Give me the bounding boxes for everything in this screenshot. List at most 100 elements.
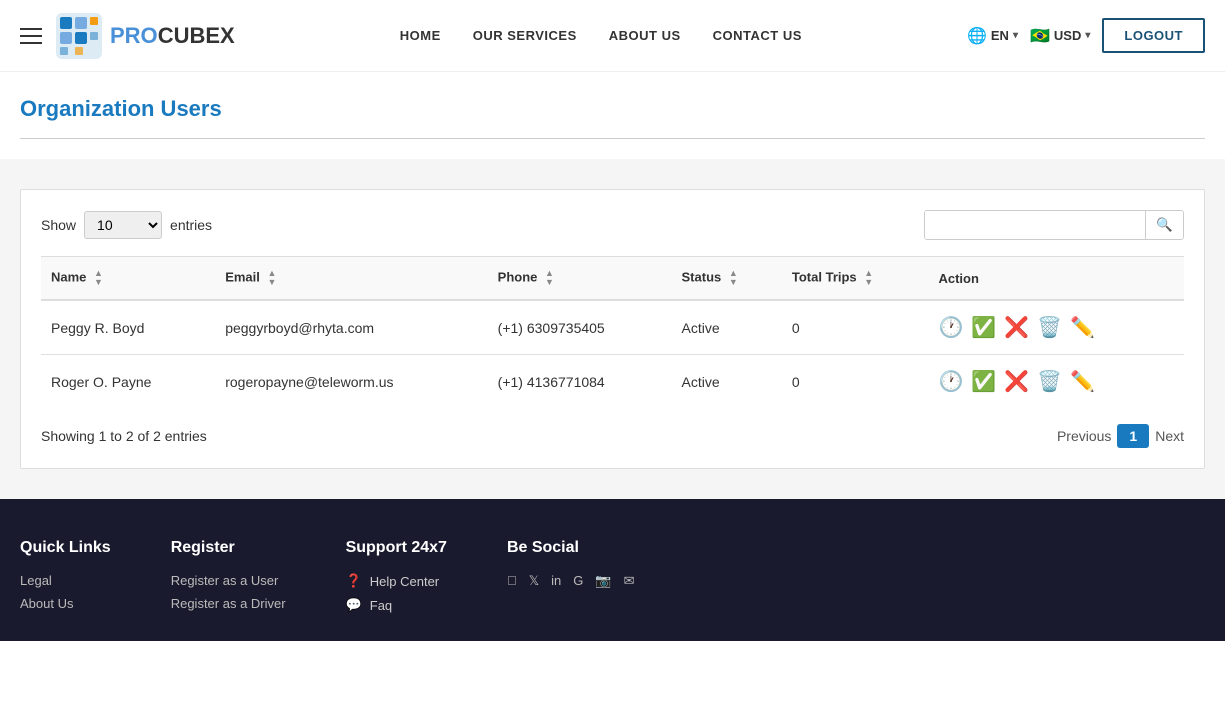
sort-status-icon: ▲▼ bbox=[729, 269, 738, 287]
table-row: Peggy R. Boyd peggyrboyd@rhyta.com (+1) … bbox=[41, 300, 1184, 355]
delete-icon[interactable]: 🗑️ bbox=[1037, 315, 1062, 340]
cell-action: 🕐 ✅ ❌ 🗑️ ✏️ bbox=[928, 355, 1184, 409]
search-input[interactable] bbox=[925, 211, 1145, 239]
support-faq[interactable]: 💬 Faq bbox=[346, 597, 447, 613]
sort-name-icon: ▲▼ bbox=[94, 269, 103, 287]
cell-status: Active bbox=[672, 300, 782, 355]
main-section: Show 10 25 50 100 entries 🔍 bbox=[0, 159, 1225, 499]
linkedin-icon[interactable]: in bbox=[551, 573, 561, 589]
search-icon: 🔍 bbox=[1156, 217, 1173, 232]
page-content: Organization Users bbox=[0, 72, 1225, 139]
header-right: 🌐 EN ▾ 🇧🇷 USD ▾ LOGOUT bbox=[967, 18, 1205, 53]
col-name[interactable]: Name ▲▼ bbox=[41, 257, 215, 301]
action-icons: 🕐 ✅ ❌ 🗑️ ✏️ bbox=[938, 369, 1174, 394]
showing-text: Showing 1 to 2 of 2 entries bbox=[41, 428, 207, 444]
reject-icon[interactable]: ❌ bbox=[1004, 315, 1029, 340]
help-center-icon: ❓ bbox=[346, 573, 362, 589]
nav-our-services[interactable]: OUR SERVICES bbox=[473, 28, 577, 43]
currency-selector[interactable]: 🇧🇷 USD ▾ bbox=[1030, 26, 1090, 46]
language-selector[interactable]: 🌐 EN ▾ bbox=[967, 26, 1018, 46]
entries-select[interactable]: 10 25 50 100 bbox=[84, 211, 162, 239]
col-action: Action bbox=[928, 257, 1184, 301]
cell-total-trips: 0 bbox=[782, 300, 929, 355]
footer-register: Register Register as a User Register as … bbox=[171, 539, 286, 621]
footer-register-user-link[interactable]: Register as a User bbox=[171, 573, 286, 588]
lang-label: EN bbox=[991, 28, 1009, 43]
lang-flag: 🌐 bbox=[967, 26, 987, 46]
cell-phone: (+1) 4136771084 bbox=[488, 355, 672, 409]
faq-label: Faq bbox=[370, 598, 392, 613]
header: PROCUBEX HOME OUR SERVICES ABOUT US CONT… bbox=[0, 0, 1225, 72]
cell-action: 🕐 ✅ ❌ 🗑️ ✏️ bbox=[928, 300, 1184, 355]
page-divider bbox=[20, 138, 1205, 139]
logo-text: PROCUBEX bbox=[110, 23, 235, 49]
edit-icon[interactable]: ✏️ bbox=[1070, 369, 1095, 394]
currency-label: USD bbox=[1054, 28, 1081, 43]
twitter-icon[interactable]: 𝕏 bbox=[529, 573, 539, 589]
lang-chevron-icon: ▾ bbox=[1013, 30, 1018, 41]
currency-flag: 🇧🇷 bbox=[1030, 26, 1050, 46]
footer-support: Support 24x7 ❓ Help Center 💬 Faq bbox=[346, 539, 447, 621]
google-icon[interactable]: G bbox=[573, 573, 583, 589]
logout-button[interactable]: LOGOUT bbox=[1102, 18, 1205, 53]
cell-name: Peggy R. Boyd bbox=[41, 300, 215, 355]
col-total-trips[interactable]: Total Trips ▲▼ bbox=[782, 257, 929, 301]
sort-email-icon: ▲▼ bbox=[268, 269, 277, 287]
cell-total-trips: 0 bbox=[782, 355, 929, 409]
currency-chevron-icon: ▾ bbox=[1085, 30, 1090, 41]
approve-icon[interactable]: ✅ bbox=[971, 315, 996, 340]
support-help-center[interactable]: ❓ Help Center bbox=[346, 573, 447, 589]
footer-register-heading: Register bbox=[171, 539, 286, 557]
table-container: Show 10 25 50 100 entries 🔍 bbox=[20, 189, 1205, 469]
pagination-page-1[interactable]: 1 bbox=[1117, 424, 1149, 448]
table-controls: Show 10 25 50 100 entries 🔍 bbox=[41, 210, 1184, 240]
table-footer: Showing 1 to 2 of 2 entries Previous 1 N… bbox=[41, 424, 1184, 448]
trip-history-icon[interactable]: 🕐 bbox=[938, 315, 963, 340]
nav-home[interactable]: HOME bbox=[400, 28, 441, 43]
show-entries: Show 10 25 50 100 entries bbox=[41, 211, 212, 239]
cell-email: peggyrboyd@rhyta.com bbox=[215, 300, 487, 355]
page-title: Organization Users bbox=[20, 96, 1205, 122]
delete-icon[interactable]: 🗑️ bbox=[1037, 369, 1062, 394]
footer-quick-links: Quick Links Legal About Us bbox=[20, 539, 111, 621]
main-nav: HOME OUR SERVICES ABOUT US CONTACT US bbox=[400, 28, 802, 43]
entries-label: entries bbox=[170, 217, 212, 233]
sort-phone-icon: ▲▼ bbox=[545, 269, 554, 287]
search-button[interactable]: 🔍 bbox=[1145, 211, 1183, 239]
footer-social-heading: Be Social bbox=[507, 539, 635, 557]
header-left: PROCUBEX bbox=[20, 11, 235, 61]
search-box: 🔍 bbox=[924, 210, 1184, 240]
col-phone[interactable]: Phone ▲▼ bbox=[488, 257, 672, 301]
sort-trips-icon: ▲▼ bbox=[864, 269, 873, 287]
cell-phone: (+1) 6309735405 bbox=[488, 300, 672, 355]
email-icon[interactable]: ✉ bbox=[624, 573, 635, 589]
trip-history-icon[interactable]: 🕐 bbox=[938, 369, 963, 394]
footer-support-heading: Support 24x7 bbox=[346, 539, 447, 557]
cell-status: Active bbox=[672, 355, 782, 409]
pagination-next[interactable]: Next bbox=[1155, 428, 1184, 444]
cell-email: rogeropayne@teleworm.us bbox=[215, 355, 487, 409]
nav-about-us[interactable]: ABOUT US bbox=[609, 28, 681, 43]
instagram-icon[interactable]: 📷 bbox=[595, 573, 611, 589]
edit-icon[interactable]: ✏️ bbox=[1070, 315, 1095, 340]
facebook-icon[interactable]:  bbox=[507, 573, 517, 589]
cell-name: Roger O. Payne bbox=[41, 355, 215, 409]
footer-about-link[interactable]: About Us bbox=[20, 596, 111, 611]
footer-social: Be Social  𝕏 in G 📷 ✉ bbox=[507, 539, 635, 621]
help-center-label: Help Center bbox=[370, 574, 439, 589]
table-row: Roger O. Payne rogeropayne@teleworm.us (… bbox=[41, 355, 1184, 409]
nav-contact-us[interactable]: CONTACT US bbox=[713, 28, 802, 43]
hamburger-menu[interactable] bbox=[20, 28, 42, 44]
logo-cubex: CUBEX bbox=[158, 23, 235, 48]
footer: Quick Links Legal About Us Register Regi… bbox=[0, 499, 1225, 641]
col-status[interactable]: Status ▲▼ bbox=[672, 257, 782, 301]
col-email[interactable]: Email ▲▼ bbox=[215, 257, 487, 301]
approve-icon[interactable]: ✅ bbox=[971, 369, 996, 394]
footer-register-driver-link[interactable]: Register as a Driver bbox=[171, 596, 286, 611]
reject-icon[interactable]: ❌ bbox=[1004, 369, 1029, 394]
logo-pro: PRO bbox=[110, 23, 158, 48]
logo[interactable]: PROCUBEX bbox=[54, 11, 235, 61]
logo-icon bbox=[54, 11, 104, 61]
footer-legal-link[interactable]: Legal bbox=[20, 573, 111, 588]
pagination-previous[interactable]: Previous bbox=[1057, 428, 1111, 444]
